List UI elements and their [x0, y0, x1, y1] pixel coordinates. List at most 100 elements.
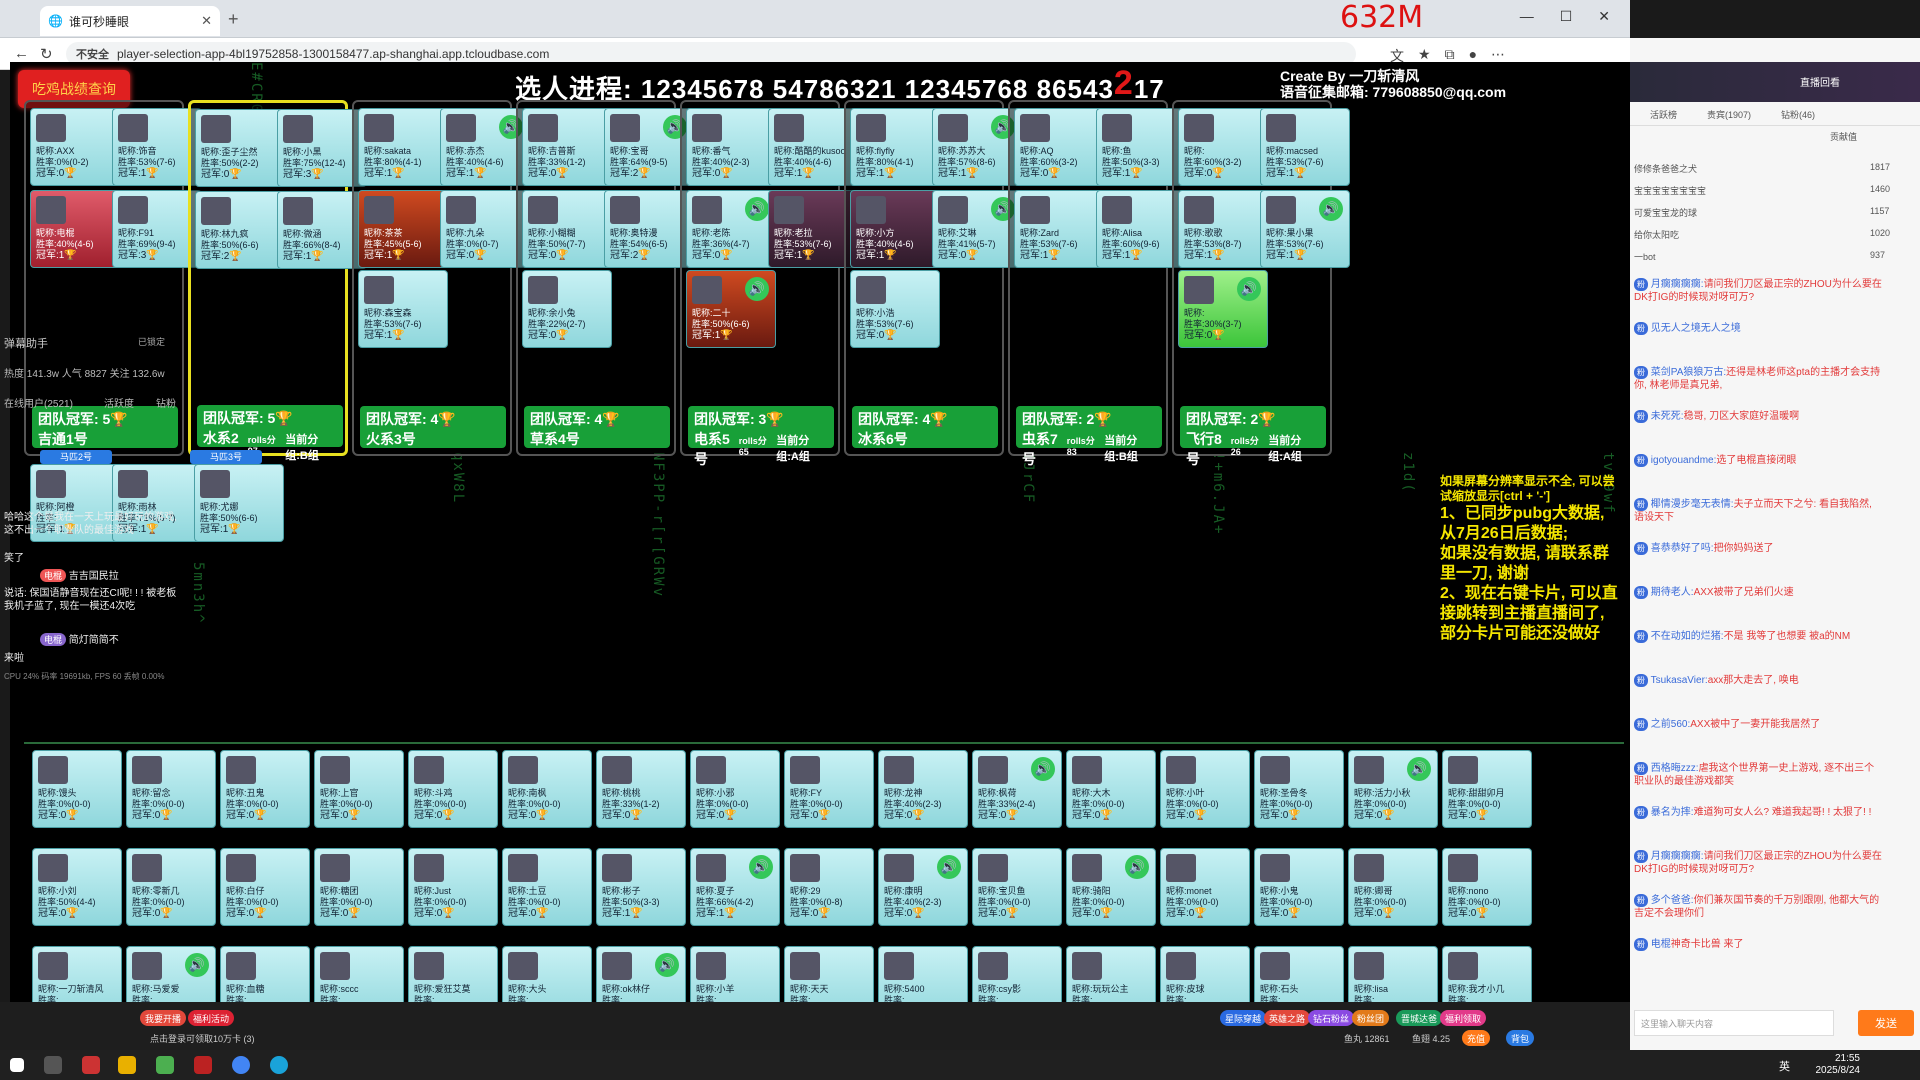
browser-tab[interactable]: 🌐 谁可秒睡眼 ✕ — [40, 6, 220, 36]
player-card[interactable]: 昵称:斗鸡 胜率:0%(0-0) 冠军:0🏆 — [408, 750, 498, 828]
speaker-icon[interactable]: 🔊 — [1237, 277, 1261, 301]
chat-user[interactable]: 月瘸瘸瘸瘸: — [1651, 851, 1704, 862]
windows-start-icon[interactable] — [10, 1058, 24, 1072]
player-card[interactable]: 昵称:吉普斯 胜率:33%(1-2) 冠军:0🏆 — [522, 108, 612, 186]
team-label[interactable]: 团队冠军: 2🏆 飞行8号 rolls分 26 当前分组:A组 — [1180, 406, 1326, 467]
task-view-icon[interactable] — [44, 1056, 62, 1074]
player-card[interactable]: 昵称:小羊胜率:冠军:🏆 — [690, 946, 780, 1002]
chat-user[interactable]: 西格晦zzz: — [1651, 763, 1699, 774]
player-card[interactable]: 昵称:丑鬼 胜率:0%(0-0) 冠军:0🏆 — [220, 750, 310, 828]
player-card[interactable]: 昵称:皮球胜率:冠军:🏆 — [1160, 946, 1250, 1002]
speaker-icon[interactable]: 🔊 — [1125, 855, 1149, 879]
chat-user[interactable]: 未死死: — [1651, 411, 1684, 422]
speaker-icon[interactable]: 🔊 — [937, 855, 961, 879]
tab-vip[interactable]: 贵宾(1907) — [1707, 108, 1751, 125]
backpack-button[interactable]: 背包 — [1506, 1030, 1535, 1046]
chat-user[interactable]: 菜剑PA狼狼万古: — [1651, 367, 1726, 378]
player-card[interactable]: 昵称:番气 胜率:40%(2-3) 冠军:0🏆 — [686, 108, 776, 186]
player-card[interactable]: 昵称:小叶 胜率:0%(0-0) 冠军:0🏆 — [1160, 750, 1250, 828]
player-card[interactable]: 昵称:5400胜率:冠军:🏆 — [878, 946, 968, 1002]
chat-user[interactable]: 见无人之境无人之境 — [1651, 323, 1741, 334]
player-card[interactable]: 昵称:白仔 胜率:0%(0-0) 冠军:0🏆 — [220, 848, 310, 926]
player-card[interactable]: 🔊 昵称:果小果 胜率:53%(7-6) 冠军:1🏆 — [1260, 190, 1350, 268]
player-card[interactable]: 昵称:nono 胜率:0%(0-0) 冠军:0🏆 — [1442, 848, 1532, 926]
player-card[interactable]: 昵称:sccc胜率:冠军:🏆 — [314, 946, 404, 1002]
player-card[interactable]: 昵称:lisa胜率:冠军:🏆 — [1348, 946, 1438, 1002]
player-card[interactable]: 昵称:小邪 胜率:0%(0-0) 冠军:0🏆 — [690, 750, 780, 828]
player-card[interactable]: 昵称:森宝森 胜率:53%(7-6) 冠军:1🏆 — [358, 270, 448, 348]
edge-icon[interactable] — [270, 1056, 288, 1074]
player-card[interactable]: 昵称:小鬼 胜率:0%(0-0) 冠军:0🏆 — [1254, 848, 1344, 926]
app-icon[interactable] — [82, 1056, 100, 1074]
player-card[interactable]: 昵称:FY 胜率:0%(0-0) 冠军:0🏆 — [784, 750, 874, 828]
player-card[interactable]: 昵称:血糖胜率:冠军:🏆 — [220, 946, 310, 1002]
player-card[interactable]: 昵称:csy影胜率:冠军:🏆 — [972, 946, 1062, 1002]
player-card[interactable]: 昵称:石头胜率:冠军:🏆 — [1254, 946, 1344, 1002]
player-card[interactable]: 昵称:上官 胜率:0%(0-0) 冠军:0🏆 — [314, 750, 404, 828]
close-tab-icon[interactable]: ✕ — [201, 13, 212, 29]
speaker-icon[interactable]: 🔊 — [655, 953, 679, 977]
gift-button[interactable]: 钻石粉丝 — [1308, 1010, 1355, 1026]
app-icon[interactable] — [118, 1056, 136, 1074]
player-card[interactable]: 昵称:Just 胜率:0%(0-0) 冠军:0🏆 — [408, 848, 498, 926]
player-card[interactable]: 昵称:余小兔 胜率:22%(2-7) 冠军:0🏆 — [522, 270, 612, 348]
player-card[interactable]: 🔊 昵称:活力小秋 胜率:0%(0-0) 冠军:0🏆 — [1348, 750, 1438, 828]
player-card[interactable]: 🔊 昵称:枫荷 胜率:33%(2-4) 冠军:0🏆 — [972, 750, 1062, 828]
team-label[interactable]: 团队冠军: 4🏆 火系3号 — [360, 406, 506, 448]
player-card[interactable]: 昵称:卿哥 胜率:0%(0-0) 冠军:0🏆 — [1348, 848, 1438, 926]
chat-user[interactable]: 暴名为摔: — [1651, 807, 1694, 818]
player-card[interactable]: 昵称:玩玩公主胜率:冠军:🏆 — [1066, 946, 1156, 1002]
minimize-icon[interactable]: — — [1520, 8, 1534, 25]
maximize-icon[interactable]: ☐ — [1560, 8, 1573, 25]
chat-user[interactable]: TsukasaVier: — [1651, 675, 1708, 686]
player-card[interactable]: 昵称:macsed 胜率:53%(7-6) 冠军:1🏆 — [1260, 108, 1350, 186]
app-icon[interactable] — [156, 1056, 174, 1074]
gift-button[interactable]: 星际穿越 — [1220, 1010, 1267, 1026]
player-card[interactable]: 昵称: 胜率:60%(3-2) 冠军:0🏆 — [1178, 108, 1268, 186]
chat-user[interactable]: 期待老人: — [1651, 587, 1694, 598]
player-card[interactable]: 🔊 昵称:夏子 胜率:66%(4-2) 冠军:1🏆 — [690, 848, 780, 926]
welfare-button[interactable]: 福利活动 — [188, 1010, 235, 1026]
player-card[interactable]: 昵称:Zard 胜率:53%(7-6) 冠军:1🏆 — [1014, 190, 1104, 268]
player-card[interactable]: 昵称:甜甜卯月 胜率:0%(0-0) 冠军:0🏆 — [1442, 750, 1532, 828]
gift-button[interactable]: 英雄之路 — [1264, 1010, 1311, 1026]
team-label[interactable]: 团队冠军: 3🏆 电系5号 rolls分 65 当前分组:A组 — [688, 406, 834, 467]
player-card[interactable]: 昵称:AQ 胜率:60%(3-2) 冠军:0🏆 — [1014, 108, 1104, 186]
speaker-icon[interactable]: 🔊 — [745, 277, 769, 301]
input-language[interactable]: 英 — [1779, 1058, 1790, 1074]
player-card[interactable]: 昵称:AXX 胜率:0%(0-2) 冠军:0🏆 — [30, 108, 120, 186]
player-card[interactable]: 昵称:爱狂艾莫胜率:冠军:🏆 — [408, 946, 498, 1002]
player-card[interactable]: 昵称:29 胜率:0%(0-8) 冠军:0🏆 — [784, 848, 874, 926]
gift-button[interactable]: 晋城达爸 — [1396, 1010, 1443, 1026]
speaker-icon[interactable]: 🔊 — [1407, 757, 1431, 781]
team-label[interactable]: 团队冠军: 5🏆水系2号rolls分 97当前分组:B组 — [197, 405, 343, 466]
system-clock[interactable]: 21:55 2025/8/24 — [1816, 1053, 1861, 1077]
live-replay-tag[interactable]: 直播回看 — [1800, 74, 1840, 89]
player-card[interactable]: 🔊昵称:ok林仔胜率:冠军:🏆 — [596, 946, 686, 1002]
player-card[interactable]: 昵称:圣骨冬 胜率:0%(0-0) 冠军:0🏆 — [1254, 750, 1344, 828]
player-card[interactable]: 昵称:彬子 胜率:50%(3-3) 冠军:1🏆 — [596, 848, 686, 926]
chat-input[interactable]: 这里输入聊天内容 — [1634, 1010, 1834, 1036]
player-card[interactable]: 🔊 昵称:骑阳 胜率:0%(0-0) 冠军:0🏆 — [1066, 848, 1156, 926]
chat-user[interactable]: 多个爸爸: — [1651, 895, 1694, 906]
gift-button[interactable]: 福利领取 — [1440, 1010, 1487, 1026]
player-card[interactable]: 昵称:大头胜率:冠军:🏆 — [502, 946, 592, 1002]
team-label[interactable]: 团队冠军: 4🏆 草系4号 — [524, 406, 670, 448]
gift-button[interactable]: 粉丝团 — [1352, 1010, 1390, 1026]
player-card[interactable]: 🔊 昵称:老陈 胜率:36%(4-7) 冠军:0🏆 — [686, 190, 776, 268]
team-label[interactable]: 团队冠军: 4🏆 冰系6号 — [852, 406, 998, 448]
player-card[interactable]: 昵称:小浩 胜率:53%(7-6) 冠军:0🏆 — [850, 270, 940, 348]
player-card[interactable]: 昵称:monet 胜率:0%(0-0) 冠军:0🏆 — [1160, 848, 1250, 926]
chat-user[interactable]: 之前560: — [1651, 719, 1690, 730]
player-card[interactable]: 昵称:电棍 胜率:40%(4-6) 冠军:1🏆 — [30, 190, 120, 268]
chat-user[interactable]: 不在动如的烂猪: — [1651, 631, 1724, 642]
login-tip[interactable]: 点击登录可领取10万卡 (3) — [150, 1032, 255, 1045]
player-card[interactable]: 昵称:flyfly 胜率:80%(4-1) 冠军:1🏆 — [850, 108, 940, 186]
player-card[interactable]: 昵称:茶茶 胜率:45%(5-6) 冠军:1🏆 — [358, 190, 448, 268]
chat-user[interactable]: 月瘸瘸瘸瘸: — [1651, 279, 1704, 290]
tab-active-rank[interactable]: 活跃榜 — [1650, 108, 1677, 125]
tab-diamond[interactable]: 钻粉(46) — [1781, 108, 1815, 125]
activity-tab[interactable]: 活跃度 — [104, 395, 134, 410]
team-label[interactable]: 团队冠军: 2🏆 虫系7号 rolls分 83 当前分组:B组 — [1016, 406, 1162, 467]
player-card[interactable]: 🔊 昵称:二十 胜率:50%(6-6) 冠军:1🏆 — [686, 270, 776, 348]
